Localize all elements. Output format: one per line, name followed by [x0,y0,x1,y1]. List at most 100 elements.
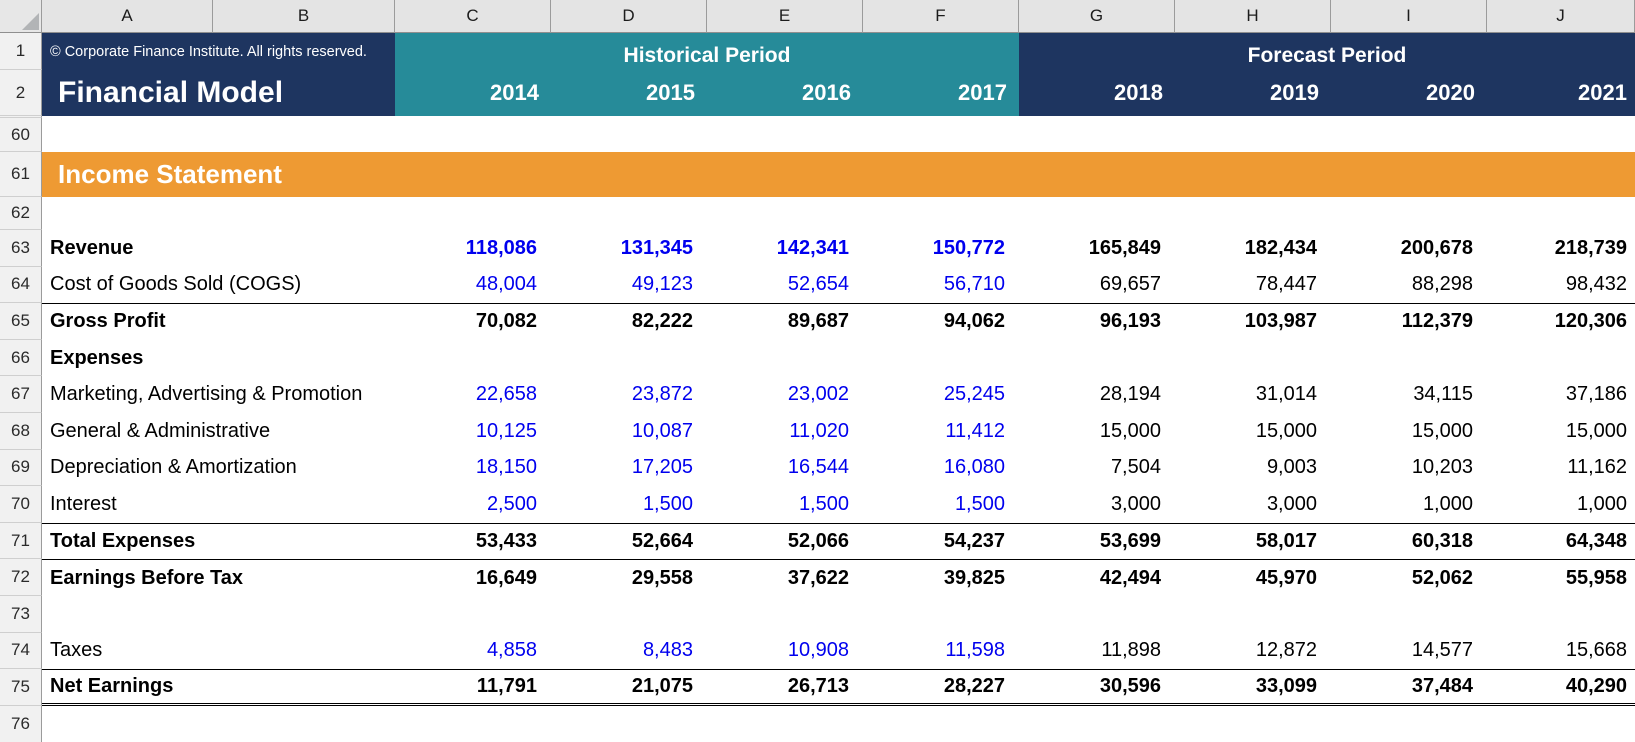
value-cell[interactable]: 17,205 [551,450,707,487]
column-header-I[interactable]: I [1331,0,1487,33]
value-cell[interactable]: 11,162 [1487,450,1635,487]
value-cell[interactable]: 54,237 [863,524,1019,560]
value-cell[interactable]: 15,000 [1175,413,1331,450]
value-cell[interactable]: 8,483 [551,633,707,670]
value-cell[interactable] [1175,340,1331,377]
value-cell[interactable]: 26,713 [707,670,863,703]
year-header-2020[interactable]: 2020 [1331,70,1487,116]
row-header-62[interactable]: 62 [0,197,42,230]
value-cell[interactable]: 118,086 [395,230,551,267]
value-cell[interactable]: 52,654 [707,267,863,304]
value-cell[interactable]: 12,872 [1175,633,1331,670]
value-cell[interactable]: 14,577 [1331,633,1487,670]
row-header-61[interactable]: 61 [0,152,42,197]
row-header-66[interactable]: 66 [0,340,42,377]
column-header-A[interactable]: A [42,0,213,33]
value-cell[interactable]: 15,000 [1019,413,1175,450]
column-header-D[interactable]: D [551,0,707,33]
value-cell[interactable]: 1,500 [863,486,1019,523]
value-cell[interactable]: 11,020 [707,413,863,450]
value-cell[interactable]: 31,014 [1175,376,1331,413]
row-header-60[interactable]: 60 [0,118,42,152]
value-cell[interactable]: 94,062 [863,304,1019,340]
value-cell[interactable]: 49,123 [551,267,707,304]
row-label-cell[interactable]: Total Expenses [42,524,395,560]
row-label-cell[interactable]: Depreciation & Amortization [42,450,395,487]
value-cell[interactable] [1019,340,1175,377]
value-cell[interactable]: 21,075 [551,670,707,703]
value-cell[interactable]: 28,227 [863,670,1019,703]
value-cell[interactable]: 2,500 [395,486,551,523]
value-cell[interactable]: 10,908 [707,633,863,670]
value-cell[interactable]: 64,348 [1487,524,1635,560]
row-label-cell[interactable]: Earnings Before Tax [42,560,395,596]
select-all-corner[interactable] [0,0,42,33]
year-header-2021[interactable]: 2021 [1487,70,1635,116]
value-cell[interactable]: 37,622 [707,560,863,596]
value-cell[interactable]: 1,500 [551,486,707,523]
value-cell[interactable]: 53,699 [1019,524,1175,560]
column-header-B[interactable]: B [213,0,395,33]
value-cell[interactable]: 16,544 [707,450,863,487]
value-cell[interactable]: 60,318 [1331,524,1487,560]
row-header-73[interactable]: 73 [0,596,42,633]
value-cell[interactable]: 15,668 [1487,633,1635,670]
value-cell[interactable]: 98,432 [1487,267,1635,304]
value-cell[interactable]: 1,500 [707,486,863,523]
value-cell[interactable]: 150,772 [863,230,1019,267]
value-cell[interactable]: 200,678 [1331,230,1487,267]
value-cell[interactable]: 58,017 [1175,524,1331,560]
row-header-64[interactable]: 64 [0,267,42,304]
value-cell[interactable]: 28,194 [1019,376,1175,413]
value-cell[interactable]: 82,222 [551,304,707,340]
value-cell[interactable] [1331,340,1487,377]
value-cell[interactable]: 16,080 [863,450,1019,487]
row-label-cell[interactable]: Cost of Goods Sold (COGS) [42,267,395,304]
row-header-70[interactable]: 70 [0,486,42,523]
value-cell[interactable]: 9,003 [1175,450,1331,487]
value-cell[interactable]: 11,598 [863,633,1019,670]
value-cell[interactable]: 165,849 [1019,230,1175,267]
value-cell[interactable]: 23,002 [707,376,863,413]
row-header-63[interactable]: 63 [0,230,42,267]
value-cell[interactable]: 33,099 [1175,670,1331,703]
row-header-74[interactable]: 74 [0,633,42,670]
row-header-71[interactable]: 71 [0,523,42,560]
value-cell[interactable]: 89,687 [707,304,863,340]
value-cell[interactable]: 78,447 [1175,267,1331,304]
row-header-1[interactable]: 1 [0,33,42,70]
value-cell[interactable]: 70,082 [395,304,551,340]
value-cell[interactable]: 34,115 [1331,376,1487,413]
value-cell[interactable]: 103,987 [1175,304,1331,340]
value-cell[interactable]: 1,000 [1331,486,1487,523]
value-cell[interactable]: 22,658 [395,376,551,413]
value-cell[interactable]: 3,000 [1175,486,1331,523]
row-header-72[interactable]: 72 [0,559,42,596]
value-cell[interactable]: 15,000 [1487,413,1635,450]
value-cell[interactable]: 37,484 [1331,670,1487,703]
value-cell[interactable]: 3,000 [1019,486,1175,523]
row-label-cell[interactable]: Net Earnings [42,670,395,703]
value-cell[interactable]: 29,558 [551,560,707,596]
value-cell[interactable]: 23,872 [551,376,707,413]
value-cell[interactable]: 96,193 [1019,304,1175,340]
value-cell[interactable] [1487,340,1635,377]
value-cell[interactable]: 11,412 [863,413,1019,450]
value-cell[interactable]: 7,504 [1019,450,1175,487]
value-cell[interactable]: 10,203 [1331,450,1487,487]
value-cell[interactable]: 69,657 [1019,267,1175,304]
value-cell[interactable]: 4,858 [395,633,551,670]
value-cell[interactable]: 10,087 [551,413,707,450]
value-cell[interactable]: 112,379 [1331,304,1487,340]
value-cell[interactable]: 52,066 [707,524,863,560]
year-header-2019[interactable]: 2019 [1175,70,1331,116]
column-header-F[interactable]: F [863,0,1019,33]
year-header-2017[interactable]: 2017 [863,70,1019,116]
row-label-cell[interactable]: Marketing, Advertising & Promotion [42,376,395,413]
value-cell[interactable]: 142,341 [707,230,863,267]
year-header-2015[interactable]: 2015 [551,70,707,116]
value-cell[interactable]: 88,298 [1331,267,1487,304]
value-cell[interactable]: 53,433 [395,524,551,560]
value-cell[interactable] [863,340,1019,377]
row-header-67[interactable]: 67 [0,376,42,413]
